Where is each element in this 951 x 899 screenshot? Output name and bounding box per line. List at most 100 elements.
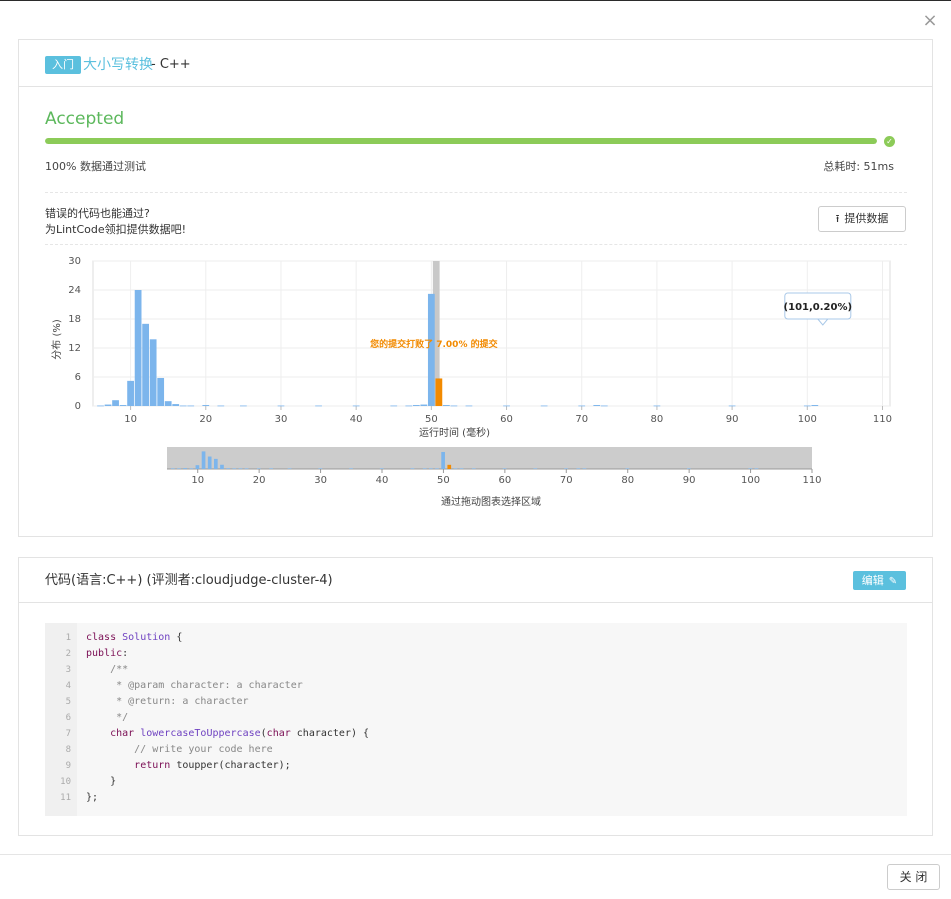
code-line: * @return: a character xyxy=(86,696,249,707)
navigator-tick-label: 110 xyxy=(802,475,821,486)
highlight-bar xyxy=(435,378,443,406)
y-tick-label: 6 xyxy=(75,372,81,383)
navigator-bar xyxy=(754,468,759,469)
navigator-bar xyxy=(582,468,587,469)
code-line: */ xyxy=(86,712,129,723)
y-tick-label: 12 xyxy=(68,343,81,354)
code-title: 代码(语言:C++) (评测者:cloudjudge-cluster-4) xyxy=(45,573,333,588)
x-tick-label: 80 xyxy=(651,414,664,425)
x-tick-label: 50 xyxy=(425,414,438,425)
navigator-bar xyxy=(269,468,273,469)
bar xyxy=(239,405,247,407)
bar xyxy=(315,405,322,407)
bar xyxy=(578,405,586,407)
navigator-bar xyxy=(201,451,206,469)
edit-button[interactable]: 编辑 ✎ xyxy=(853,571,906,590)
bar xyxy=(104,404,112,406)
window-top-border xyxy=(0,0,951,1)
navigator-bar xyxy=(459,468,464,469)
navigator-bar xyxy=(686,468,691,469)
bar xyxy=(127,380,134,406)
bar xyxy=(465,405,473,407)
bar xyxy=(97,405,104,407)
code-line: /** xyxy=(86,664,129,675)
navigator-bar xyxy=(435,468,439,469)
line-number: 5 xyxy=(65,697,71,707)
bar xyxy=(803,405,811,407)
navigator-bar xyxy=(422,468,427,469)
code-line: char lowercaseToUppercase(char character… xyxy=(110,728,370,739)
bar xyxy=(352,405,360,407)
bar xyxy=(420,404,428,406)
drag-hint: 通过拖动图表选择区域 xyxy=(441,497,541,508)
navigator-bar xyxy=(748,468,753,469)
navigator-tick-label: 60 xyxy=(498,475,511,486)
bar xyxy=(811,405,819,406)
navigator-highlight-bar xyxy=(447,464,452,469)
bar xyxy=(202,405,210,406)
footer-divider xyxy=(0,854,951,855)
code-panel-header: 代码(语言:C++) (评测者:cloudjudge-cluster-4) 编辑… xyxy=(19,558,932,603)
y-tick-label: 18 xyxy=(68,314,81,325)
code-line: }; xyxy=(86,792,99,803)
x-tick-label: 60 xyxy=(500,414,513,425)
bar xyxy=(443,405,450,406)
navigator-bar xyxy=(502,468,507,469)
navigator-bar xyxy=(177,468,181,469)
bar xyxy=(179,405,187,407)
line-number: 4 xyxy=(65,681,71,691)
navigator-bar xyxy=(238,468,243,469)
navigator-tick-label: 50 xyxy=(437,475,450,486)
navigator-tick-label: 20 xyxy=(253,475,266,486)
line-number: 7 xyxy=(65,729,71,739)
bar xyxy=(134,290,142,406)
line-number: 8 xyxy=(65,745,71,755)
y-tick-label: 0 xyxy=(75,401,81,412)
navigator-bar xyxy=(318,468,323,469)
edit-label: 编辑 xyxy=(861,574,884,587)
navigator-bar xyxy=(576,468,581,469)
bar xyxy=(728,405,736,407)
navigator-bar xyxy=(564,468,568,469)
line-number: 10 xyxy=(60,777,71,787)
line-number: 3 xyxy=(65,665,71,675)
code-line: // write your code here xyxy=(86,744,273,755)
pencil-icon: ✎ xyxy=(888,576,898,587)
navigator-tick-label: 100 xyxy=(741,475,760,486)
x-axis-title: 运行时间 (毫秒) xyxy=(419,426,490,439)
x-tick-label: 20 xyxy=(199,414,212,425)
navigator-bar xyxy=(170,468,175,469)
bar xyxy=(405,405,413,407)
code-panel: 代码(语言:C++) (评测者:cloudjudge-cluster-4) 编辑… xyxy=(18,557,933,836)
bar xyxy=(653,405,661,407)
navigator-tick-label: 10 xyxy=(191,475,204,486)
code-editor[interactable]: 1 class Solution {2 public: 3 /** 4 * @param… xyxy=(45,623,907,816)
bar xyxy=(157,377,165,406)
bar xyxy=(187,405,195,407)
x-tick-label: 90 xyxy=(726,414,739,425)
result-panel: 入门 大小写转换 - C++ Accepted ✓ 100% 数据通过测试 总耗… xyxy=(18,39,933,537)
bar xyxy=(217,405,225,407)
runtime-distribution-chart[interactable]: 0 6 12 18 24 30 10 20 30 40 50 60 70 80 90 100 110 您的提交打败… xyxy=(19,40,932,510)
line-number: 6 xyxy=(65,713,71,723)
navigator-bar xyxy=(232,468,237,469)
y-tick-label: 24 xyxy=(68,285,81,296)
bar xyxy=(503,405,510,407)
navigator-bar xyxy=(207,456,212,469)
navigator-bar xyxy=(226,468,230,469)
code-line: public: xyxy=(86,648,129,659)
close-icon[interactable]: × xyxy=(922,12,938,30)
line-number: 11 xyxy=(60,793,71,803)
y-axis-title: 分布 (%) xyxy=(51,319,63,360)
navigator-tick-label: 70 xyxy=(560,475,573,486)
beat-percentage-label: 您的提交打败了 7.00% 的提交 xyxy=(370,338,498,350)
navigator-bar xyxy=(189,468,194,469)
bar xyxy=(450,405,458,407)
navigator-bar xyxy=(183,468,187,469)
close-button[interactable]: 关 闭 xyxy=(887,864,940,890)
navigator-bar xyxy=(213,458,218,469)
bar xyxy=(540,405,548,407)
bar xyxy=(119,405,127,406)
y-tick-label: 30 xyxy=(68,256,81,267)
navigator-bar xyxy=(533,468,538,469)
